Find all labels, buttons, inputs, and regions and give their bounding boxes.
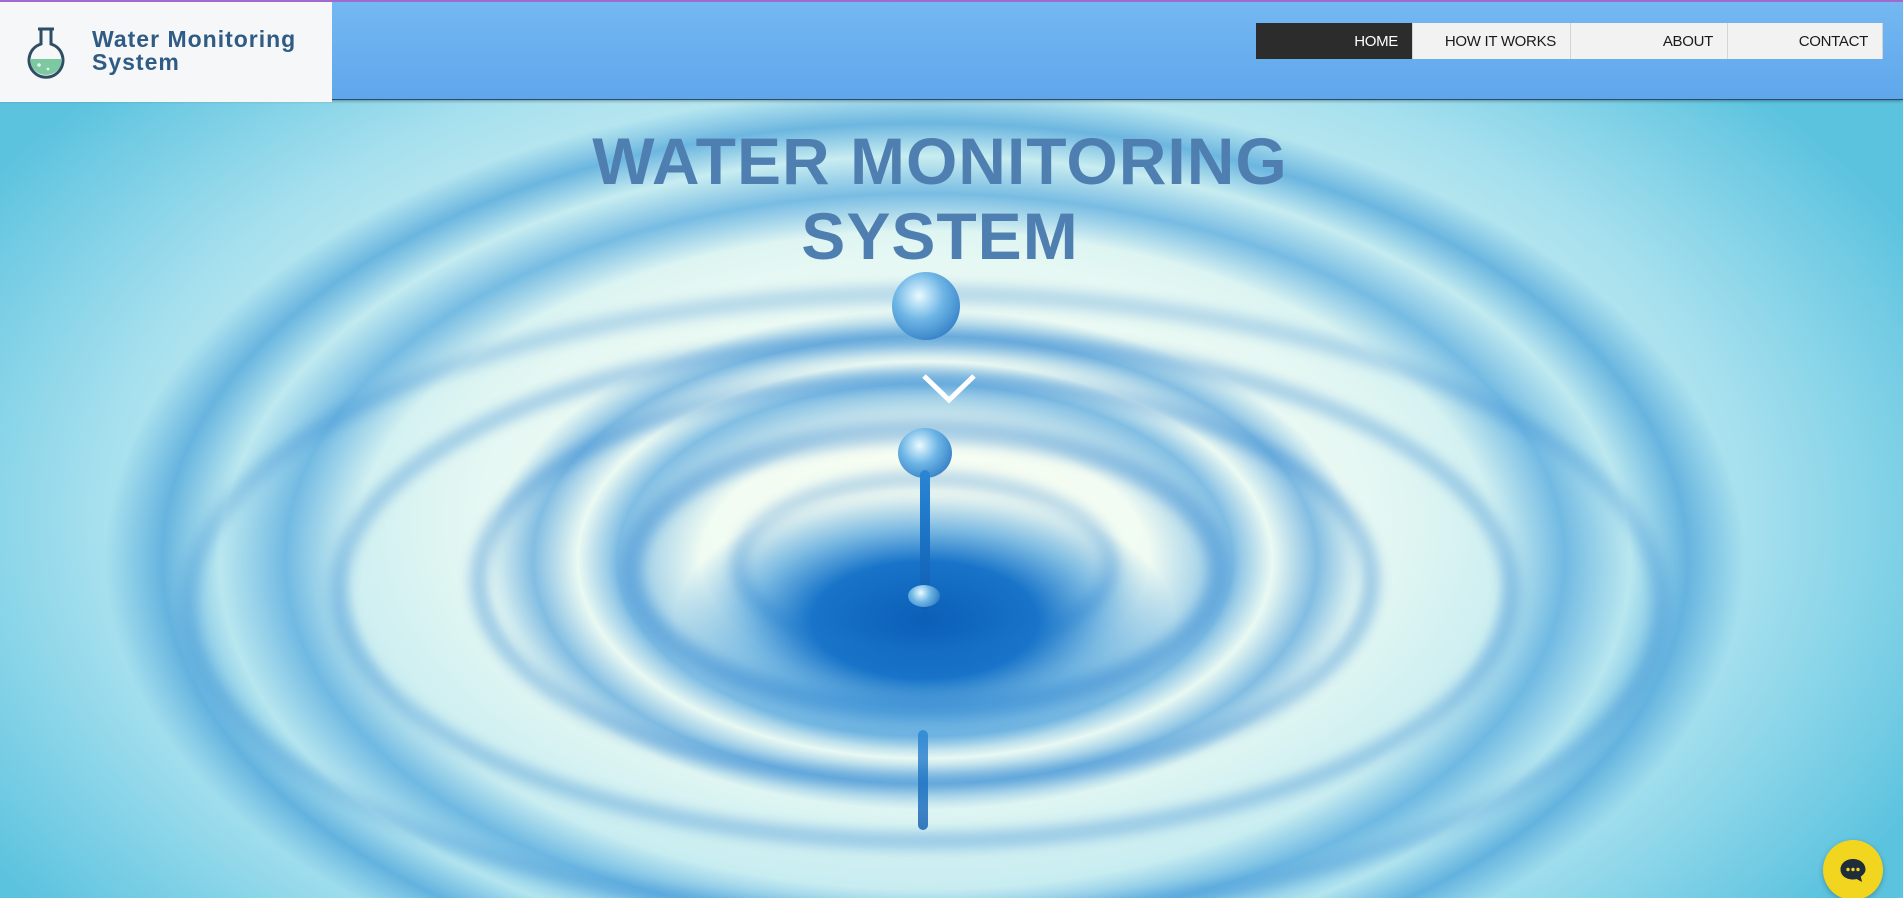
hero-title: WATER MONITORING SYSTEM xyxy=(540,124,1340,274)
chat-button[interactable] xyxy=(1823,840,1883,898)
chat-bubble-icon xyxy=(1840,859,1866,882)
nav-item-home[interactable]: HOME xyxy=(1256,23,1413,59)
nav-item-about[interactable]: ABOUT xyxy=(1571,23,1728,59)
main-nav: HOME HOW IT WORKS ABOUT CONTACT xyxy=(1256,23,1883,59)
chevron-down-icon[interactable] xyxy=(920,368,978,408)
flask-icon xyxy=(27,27,65,79)
hero-title-line-2: SYSTEM xyxy=(801,199,1079,273)
site-name[interactable]: Water Monitoring System xyxy=(92,28,296,74)
logo-area[interactable]: Water Monitoring System xyxy=(0,2,332,102)
nav-item-how-it-works[interactable]: HOW IT WORKS xyxy=(1413,23,1571,59)
site-header: Water Monitoring System HOME HOW IT WORK… xyxy=(0,0,1903,102)
hero-title-line-1: WATER MONITORING xyxy=(592,124,1288,198)
nav-item-contact[interactable]: CONTACT xyxy=(1728,23,1883,59)
